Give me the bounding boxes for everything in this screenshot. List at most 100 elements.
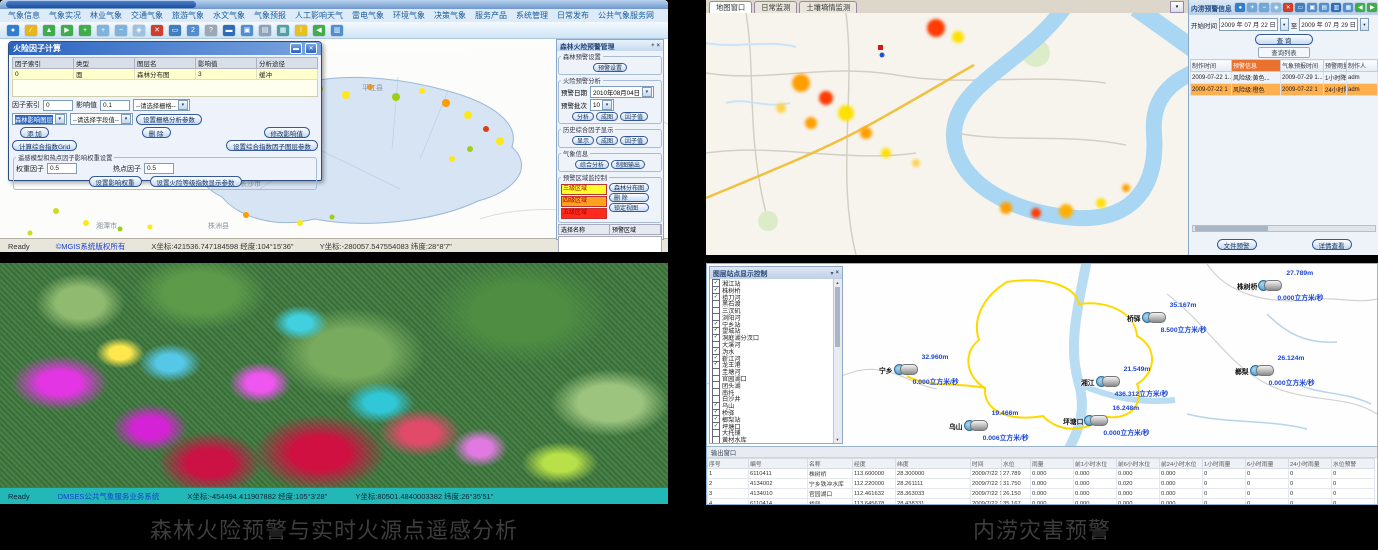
panel-vscrollbar[interactable]: ▲ ▼ xyxy=(833,279,842,443)
station-table-row[interactable]: 34134010官园湖口112.46163228.3630332009/7/22… xyxy=(708,489,1375,499)
station-table-header[interactable]: 序号 xyxy=(708,459,749,469)
fire-map-area[interactable]: 平江县长沙市湘潭市株洲县 火险因子计算 ▬ ✕ 因子索引类型图层名影响值分析途径… xyxy=(0,39,668,238)
image-icon[interactable]: ▣ xyxy=(240,24,254,36)
factor-table-row[interactable]: 0面森林分布图3缓冲 xyxy=(13,69,318,80)
impact-input[interactable]: 0.1 xyxy=(100,100,130,111)
forward-icon[interactable]: ▶ xyxy=(1367,3,1378,13)
weather-button[interactable]: 制图输出 xyxy=(611,160,645,169)
station-table-header[interactable]: 时间 xyxy=(971,459,1002,469)
menu-item[interactable]: 气象信息 xyxy=(8,10,40,21)
station-table-header[interactable]: 名称 xyxy=(808,459,853,469)
chevron-down-icon[interactable]: ▾ xyxy=(1280,18,1289,31)
select-plus-icon[interactable]: + xyxy=(78,24,92,36)
set-raster-params-button[interactable]: 设置栅格分析参数 xyxy=(136,114,202,125)
record-table-header[interactable]: 气象预报时间 xyxy=(1281,60,1324,72)
analysis-button[interactable]: 成图 xyxy=(596,112,618,121)
collapse-icon[interactable]: ▾ xyxy=(830,270,833,277)
zone-button[interactable]: 森林分布图 xyxy=(609,183,649,192)
menu-item[interactable]: 系统管理 xyxy=(516,10,548,21)
minimize-icon[interactable]: ▬ xyxy=(290,43,302,54)
back-icon[interactable]: ◀ xyxy=(1355,3,1366,13)
chevron-down-icon[interactable]: ▾ xyxy=(178,100,188,110)
menu-item[interactable]: 决策气象 xyxy=(434,10,466,21)
station-table-header[interactable]: 水位预警 xyxy=(1332,459,1375,469)
menu-item[interactable]: 气象实况 xyxy=(49,10,81,21)
factor-index-input[interactable]: 0 xyxy=(43,100,73,111)
hydrology-map-area[interactable]: 株树桥 27.789m 0.000立方米/秒 桥驿 35.167m 8.500立… xyxy=(707,264,1377,449)
gauge-icon[interactable] xyxy=(1142,312,1167,323)
history-button[interactable]: 因子值 xyxy=(620,136,648,145)
close-icon[interactable]: × xyxy=(835,270,839,276)
analysis-button[interactable]: 分析 xyxy=(572,112,594,121)
add-button[interactable]: 添 加 xyxy=(20,127,49,138)
layer-select[interactable]: 森林影响图层 ▾ xyxy=(12,113,67,125)
map-tab[interactable]: 日常监测 xyxy=(754,1,797,13)
station-marker[interactable]: 株树桥 27.789m 0.000立方米/秒 xyxy=(1237,280,1283,291)
satellite-fire-image[interactable] xyxy=(0,263,668,487)
batch-select[interactable]: 10 ▾ xyxy=(590,99,614,111)
pan-icon[interactable]: ◈ xyxy=(1271,3,1282,13)
zone-button[interactable]: 锁定视图 xyxy=(609,203,649,212)
station-table-header[interactable]: 雨量 xyxy=(1031,459,1074,469)
menu-item[interactable]: 雷电气象 xyxy=(352,10,384,21)
menu-item[interactable]: 服务产品 xyxy=(475,10,507,21)
zone-list[interactable] xyxy=(558,236,662,252)
map-tab[interactable]: 土壤墒情监测 xyxy=(799,1,857,13)
analysis-button[interactable]: 因子值 xyxy=(620,112,648,121)
identify-icon[interactable]: ? xyxy=(204,24,218,36)
station-marker[interactable]: 榔梨 26.124m 0.000立方米/秒 xyxy=(1235,365,1275,376)
gauge-icon[interactable] xyxy=(1084,415,1109,426)
station-table-header[interactable]: 前6小时水位 xyxy=(1117,459,1160,469)
menu-item[interactable]: 气象预报 xyxy=(254,10,286,21)
warning-level-swatch[interactable]: 五级区域 xyxy=(561,208,607,219)
back-icon[interactable]: ◀ xyxy=(312,24,326,36)
station-table-header[interactable]: 6小时雨量 xyxy=(1246,459,1289,469)
weight-input[interactable]: 0.5 xyxy=(47,163,77,174)
station-table-header[interactable]: 24小时雨量 xyxy=(1289,459,1332,469)
select-arrow-icon[interactable]: ▶ xyxy=(60,24,74,36)
modify-impact-button[interactable]: 修改影响值 xyxy=(264,127,311,138)
save-icon[interactable]: ▦ xyxy=(1343,3,1354,13)
menu-item[interactable]: 日常发布 xyxy=(557,10,589,21)
warn-date-select[interactable]: 2010年08月04日 ▾ xyxy=(590,86,654,98)
chevron-down-icon[interactable]: ▾ xyxy=(55,114,65,124)
gauge-icon[interactable] xyxy=(1258,280,1283,291)
record-table-header[interactable]: 制作人 xyxy=(1347,60,1378,72)
record-table-header[interactable]: 预警信息 xyxy=(1232,60,1281,72)
file-warning-button[interactable]: 文件预警 xyxy=(1217,239,1257,250)
station-table-header[interactable]: 1小时雨量 xyxy=(1203,459,1246,469)
gauge-icon[interactable] xyxy=(894,364,919,375)
history-button[interactable]: 显示 xyxy=(572,136,594,145)
print-icon[interactable]: ▤ xyxy=(258,24,272,36)
station-table-row[interactable]: 46110414桥驿113.64567828.4383312009/7/22 1… xyxy=(708,499,1375,506)
set-level-display-button[interactable]: 设置火险等级指数显示参数 xyxy=(150,176,242,187)
warn-setting-button[interactable]: 预警设置 xyxy=(593,63,627,72)
hotspot-input[interactable]: 0.5 xyxy=(144,163,174,174)
raster-select[interactable]: --请选择栅格-- ▾ xyxy=(133,99,190,111)
station-marker[interactable]: 桥驿 35.167m 8.500立方米/秒 xyxy=(1127,312,1167,323)
pan-icon[interactable]: ◈ xyxy=(132,24,146,36)
zoom-in-icon[interactable]: + xyxy=(1247,3,1258,13)
measure-icon[interactable]: ∕ xyxy=(24,24,38,36)
station-table-header[interactable]: 编号 xyxy=(749,459,808,469)
warning-level-swatch[interactable]: 四级区域 xyxy=(561,196,607,207)
zoom-in-icon[interactable]: + xyxy=(96,24,110,36)
scroll-up-icon[interactable]: ▲ xyxy=(834,279,841,286)
gauge-icon[interactable] xyxy=(1250,365,1275,376)
checkbox[interactable] xyxy=(712,436,720,443)
station-marker[interactable]: 湘江 21.549m 436.312立方米/秒 xyxy=(1081,376,1121,387)
calc-grid-button[interactable]: 计算综合指数Grid xyxy=(12,140,77,151)
station-marker[interactable]: 宁乡 32.960m 0.000立方米/秒 xyxy=(879,364,919,375)
delete-icon[interactable]: ✕ xyxy=(150,24,164,36)
station-marker[interactable]: 坪塘口 16.248m 0.000立方米/秒 xyxy=(1063,415,1109,426)
chevron-down-icon[interactable]: ▾ xyxy=(1360,18,1369,31)
menu-item[interactable]: 林业气象 xyxy=(90,10,122,21)
delete-icon[interactable]: ✕ xyxy=(1283,3,1294,13)
dock-tab[interactable]: 输出窗口 xyxy=(711,448,736,457)
chevron-down-icon[interactable]: ▾ xyxy=(642,87,652,97)
panel-hscrollbar[interactable] xyxy=(1192,225,1376,232)
set-weight-button[interactable]: 设置影响权重 xyxy=(89,176,142,187)
chevron-down-icon[interactable]: ▾ xyxy=(602,100,612,110)
weather-button[interactable]: 综合分析 xyxy=(575,160,609,169)
detail-view-button[interactable]: 详情查看 xyxy=(1312,239,1352,250)
